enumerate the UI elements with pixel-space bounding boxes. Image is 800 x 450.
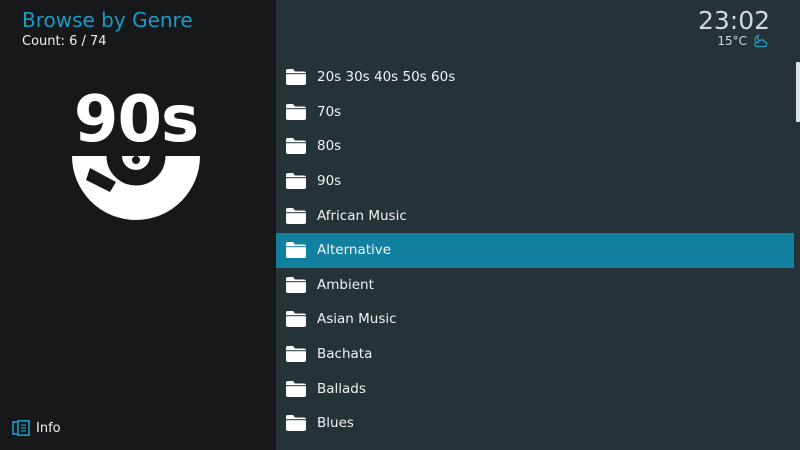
info-panel: Browse by Genre Count: 6 / 74 90s Info	[0, 0, 276, 450]
genre-list-item[interactable]: 90s	[276, 164, 794, 199]
genre-list-item[interactable]: 80s	[276, 129, 794, 164]
folder-icon	[286, 69, 306, 86]
folder-icon	[286, 173, 306, 190]
item-count: Count: 6 / 74	[22, 34, 107, 49]
genre-list-item[interactable]: African Music	[276, 198, 794, 233]
genre-list-item[interactable]: Alternative	[276, 232, 794, 268]
temperature: 15°C	[717, 34, 747, 48]
genre-list-item[interactable]: Bachata	[276, 337, 794, 372]
folder-icon	[286, 415, 306, 432]
genre-label: Blues	[317, 415, 354, 432]
folder-icon	[286, 311, 306, 328]
genre-list-panel: 23:02 15°C 20s 30s 40s 50s 60s 70s 80s 90s A…	[276, 0, 800, 450]
genre-label: 90s	[317, 173, 342, 190]
genre-label: 20s 30s 40s 50s 60s	[317, 69, 456, 86]
genre-label: 80s	[317, 138, 342, 155]
genre-list-item[interactable]: 70s	[276, 95, 794, 130]
genre-list-item[interactable]: Asian Music	[276, 302, 794, 337]
info-button-label: Info	[36, 420, 61, 436]
genre-list-item[interactable]: 20s 30s 40s 50s 60s	[276, 60, 794, 95]
info-button[interactable]: Info	[12, 418, 61, 438]
folder-icon	[286, 346, 306, 363]
folder-icon	[286, 207, 306, 224]
list-scrollbar[interactable]	[794, 60, 800, 450]
folder-icon	[286, 103, 306, 120]
folder-icon	[286, 276, 306, 293]
genre-list-item[interactable]: Blues	[276, 406, 794, 441]
partly-cloudy-night-icon	[754, 34, 768, 48]
weather-readout: 15°C	[717, 34, 768, 48]
folder-icon	[286, 242, 306, 259]
genre-label: 70s	[317, 103, 342, 120]
folder-icon	[286, 380, 306, 397]
page-title: Browse by Genre	[22, 8, 193, 32]
genre-label: Asian Music	[317, 311, 397, 328]
genre-list: 20s 30s 40s 50s 60s 70s 80s 90s African Musi…	[276, 60, 794, 441]
folder-icon	[286, 138, 306, 155]
genre-art-label: 90s	[73, 83, 199, 157]
genre-label: Bachata	[317, 346, 373, 363]
genre-label: Ballads	[317, 380, 366, 397]
clock: 23:02	[697, 6, 770, 35]
genre-label: African Music	[317, 207, 407, 224]
genre-label: Alternative	[317, 242, 392, 259]
genre-label: Ambient	[317, 276, 374, 293]
genre-browser-window: Browse by Genre Count: 6 / 74 90s Info 2…	[0, 0, 800, 450]
genre-list-item[interactable]: Ambient	[276, 268, 794, 303]
scrollbar-thumb[interactable]	[796, 62, 800, 122]
genre-list-item[interactable]: Ballads	[276, 371, 794, 406]
info-panel-icon	[12, 420, 30, 436]
genre-artwork: 90s	[66, 82, 206, 222]
